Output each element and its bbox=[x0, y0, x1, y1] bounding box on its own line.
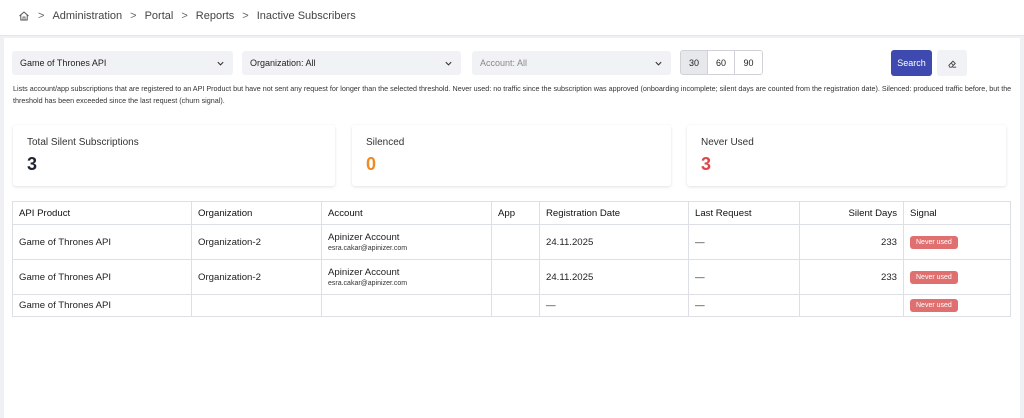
api-product-cell: Game of Thrones API bbox=[12, 224, 192, 260]
signal-badge: Never used bbox=[910, 235, 958, 249]
account-email: esra.cakar@apinizer.com bbox=[328, 245, 408, 252]
report-panel: Game of Thrones API Organization: All Ac… bbox=[4, 38, 1020, 418]
api-product-cell: Game of Thrones API bbox=[12, 294, 192, 317]
chevron-down-icon bbox=[445, 61, 452, 66]
silenced-label: Silenced bbox=[366, 137, 405, 148]
api-product-select[interactable]: Game of Thrones API bbox=[12, 51, 233, 75]
organization-select[interactable]: Organization: All bbox=[242, 51, 461, 75]
breadcrumb-administration[interactable]: Administration bbox=[52, 10, 122, 22]
eraser-icon bbox=[947, 60, 956, 68]
never-used-value: 3 bbox=[701, 154, 712, 174]
never-used-card: Never Used 3 bbox=[687, 125, 1006, 186]
api-product-cell: Game of Thrones API bbox=[12, 259, 192, 295]
organization-cell bbox=[191, 294, 322, 317]
last-request-cell: — bbox=[688, 294, 800, 317]
account-value: Account: All bbox=[480, 58, 528, 68]
report-description: Lists account/app subscriptions that are… bbox=[13, 84, 1012, 105]
breadcrumb-portal[interactable]: Portal bbox=[145, 10, 174, 22]
home-icon[interactable] bbox=[18, 10, 30, 22]
silent-days-cell bbox=[799, 294, 904, 317]
account-email: esra.cakar@apinizer.com bbox=[328, 280, 408, 287]
column-header[interactable]: Organization bbox=[191, 201, 322, 225]
never-used-label: Never Used bbox=[701, 137, 754, 148]
account-select[interactable]: Account: All bbox=[472, 51, 671, 75]
account-cell: Apinizer Account esra.cakar@apinizer.com bbox=[321, 259, 492, 295]
breadcrumb-separator: > bbox=[130, 10, 137, 22]
app-cell bbox=[491, 294, 540, 317]
breadcrumb-separator: > bbox=[38, 10, 45, 22]
total-silent-label: Total Silent Subscriptions bbox=[27, 137, 139, 148]
organization-cell: Organization-2 bbox=[191, 224, 322, 260]
organization-cell: Organization-2 bbox=[191, 259, 322, 295]
app-cell bbox=[491, 224, 540, 260]
column-header[interactable]: Signal bbox=[903, 201, 1011, 225]
column-header[interactable]: API Product bbox=[12, 201, 192, 225]
total-silent-card: Total Silent Subscriptions 3 bbox=[13, 125, 335, 186]
top-bar: > Administration > Portal > Reports > In… bbox=[0, 0, 1024, 36]
table-row[interactable]: Game of Thrones API Organization-2 Apini… bbox=[12, 259, 1011, 295]
table-row[interactable]: Game of Thrones API Organization-2 Apini… bbox=[12, 224, 1011, 260]
account-name: Apinizer Account bbox=[328, 232, 400, 243]
account-name: Apinizer Account bbox=[328, 267, 400, 278]
column-header[interactable]: Registration Date bbox=[539, 201, 689, 225]
api-product-value: Game of Thrones API bbox=[20, 58, 107, 68]
inactive-subscribers-table: API Product Organization Account App Reg… bbox=[12, 201, 1011, 317]
signal-badge: Never used bbox=[910, 299, 958, 312]
column-header[interactable]: Last Request bbox=[688, 201, 800, 225]
clear-filters-button[interactable] bbox=[937, 50, 967, 76]
signal-cell: Never used bbox=[903, 224, 1011, 260]
threshold-30-option[interactable]: 30 bbox=[681, 51, 708, 74]
breadcrumb-separator: > bbox=[181, 10, 188, 22]
silent-days-cell: 233 bbox=[799, 259, 904, 295]
silenced-value: 0 bbox=[366, 154, 377, 174]
last-request-cell: — bbox=[688, 224, 800, 260]
column-header[interactable]: Silent Days bbox=[799, 201, 904, 225]
column-header[interactable]: App bbox=[491, 201, 540, 225]
app-cell bbox=[491, 259, 540, 295]
total-silent-value: 3 bbox=[27, 154, 38, 174]
threshold-90-option[interactable]: 90 bbox=[735, 51, 762, 74]
organization-value: Organization: All bbox=[250, 58, 316, 68]
signal-cell: Never used bbox=[903, 259, 1011, 295]
account-cell bbox=[321, 294, 492, 317]
registration-date-cell: 24.11.2025 bbox=[539, 224, 689, 260]
signal-badge: Never used bbox=[910, 270, 958, 284]
breadcrumb-reports[interactable]: Reports bbox=[196, 10, 235, 22]
chevron-down-icon bbox=[217, 61, 224, 66]
registration-date-cell: 24.11.2025 bbox=[539, 259, 689, 295]
signal-cell: Never used bbox=[903, 294, 1011, 317]
breadcrumb-separator: > bbox=[242, 10, 249, 22]
registration-date-cell: — bbox=[539, 294, 689, 317]
search-button[interactable]: Search bbox=[891, 50, 932, 76]
breadcrumb: > Administration > Portal > Reports > In… bbox=[18, 10, 356, 22]
account-cell: Apinizer Account esra.cakar@apinizer.com bbox=[321, 224, 492, 260]
breadcrumb-current: Inactive Subscribers bbox=[256, 10, 356, 22]
threshold-60-option[interactable]: 60 bbox=[708, 51, 735, 74]
silenced-card: Silenced 0 bbox=[352, 125, 671, 186]
silent-days-cell: 233 bbox=[799, 224, 904, 260]
column-header[interactable]: Account bbox=[321, 201, 492, 225]
table-row[interactable]: Game of Thrones API — — Never used bbox=[12, 294, 1011, 317]
last-request-cell: — bbox=[688, 259, 800, 295]
threshold-selector: 30 60 90 bbox=[680, 50, 763, 75]
table-header-row: API Product Organization Account App Reg… bbox=[12, 201, 1011, 225]
chevron-down-icon bbox=[655, 61, 662, 66]
